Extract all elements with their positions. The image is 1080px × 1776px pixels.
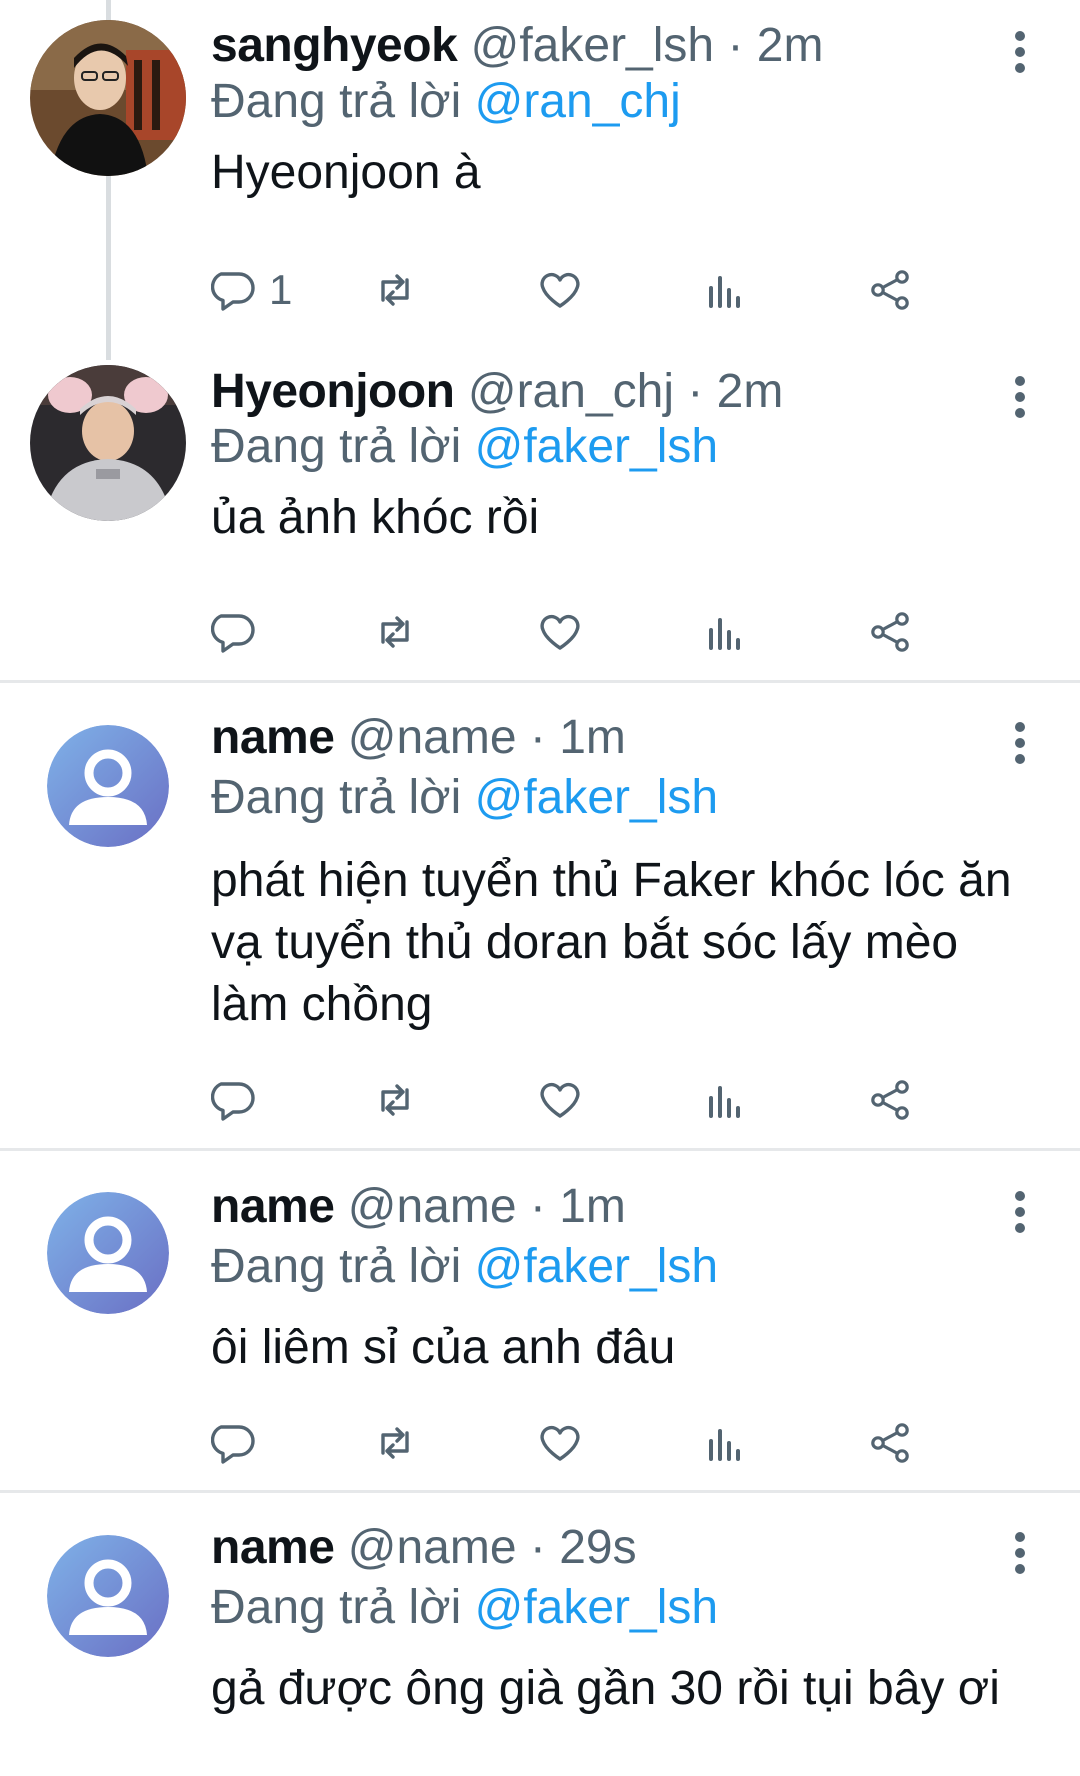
default-avatar-icon: [47, 725, 169, 847]
author-name[interactable]: sanghyeok: [211, 19, 458, 72]
replying-to: Đang trả lời @faker_lsh: [211, 417, 718, 477]
avatar[interactable]: [30, 20, 186, 176]
reply-count: 1: [269, 266, 293, 313]
analytics-icon: [709, 1429, 740, 1461]
timestamp[interactable]: · 2m: [687, 365, 783, 418]
tweet-text: phát hiện tuyển thủ Faker khóc lóc ăn vạ…: [211, 854, 1012, 1031]
author-handle[interactable]: @name: [348, 711, 517, 764]
author-name[interactable]: name: [211, 1521, 335, 1574]
author-handle[interactable]: @faker_lsh: [471, 19, 715, 72]
retweet-button[interactable]: [371, 602, 419, 662]
analytics-button[interactable]: [701, 260, 749, 320]
replying-to-label: Đang trả lời: [211, 420, 462, 473]
replying-to-label: Đang trả lời: [211, 771, 462, 824]
tweet-text: ôi liêm sỉ của anh đâu: [211, 1321, 676, 1374]
tweet-text: ủa ảnh khóc rồi: [211, 491, 540, 544]
reply-button[interactable]: 1: [211, 260, 292, 320]
more-icon[interactable]: [1000, 1182, 1040, 1242]
timestamp[interactable]: · 1m: [530, 711, 626, 764]
like-button[interactable]: [536, 1413, 584, 1473]
like-icon: [540, 1082, 580, 1118]
reply-button[interactable]: [211, 1413, 259, 1473]
replying-to: Đang trả lời @ran_chj: [211, 72, 681, 132]
author-handle[interactable]: @name: [348, 1180, 517, 1233]
retweet-button[interactable]: [371, 1413, 419, 1473]
replying-to: Đang trả lời @faker_lsh: [211, 768, 718, 828]
tweet-text: gả được ông già gần 30 rồi tụi bây ơi: [211, 1662, 1000, 1715]
analytics-button[interactable]: [701, 1413, 749, 1473]
share-button[interactable]: [866, 1413, 914, 1473]
mention-link[interactable]: @ran_chj: [475, 75, 681, 128]
author-handle[interactable]: @name: [348, 1521, 517, 1574]
divider: [0, 1490, 1080, 1493]
avatar[interactable]: [47, 725, 169, 847]
mention-link[interactable]: @faker_lsh: [475, 1240, 719, 1293]
share-icon: [871, 1423, 909, 1463]
analytics-button[interactable]: [701, 602, 749, 662]
reply-icon: [211, 614, 255, 653]
like-icon: [540, 272, 580, 308]
replying-to: Đang trả lời @faker_lsh: [211, 1578, 718, 1638]
replying-to: Đang trả lời @faker_lsh: [211, 1237, 718, 1297]
divider: [0, 1148, 1080, 1151]
reply-button[interactable]: [211, 602, 259, 662]
action-bar: [211, 602, 1011, 662]
more-icon[interactable]: [1000, 22, 1040, 82]
replying-to-label: Đang trả lời: [211, 1581, 462, 1634]
like-button[interactable]: [536, 602, 584, 662]
share-button[interactable]: [866, 260, 914, 320]
divider: [0, 680, 1080, 683]
retweet-button[interactable]: [371, 1070, 419, 1130]
retweet-icon: [381, 274, 409, 306]
avatar[interactable]: [47, 1192, 169, 1314]
action-bar: 1: [211, 260, 1011, 320]
author-name[interactable]: Hyeonjoon: [211, 365, 455, 418]
reply-icon: [211, 1425, 255, 1464]
like-button[interactable]: [536, 1070, 584, 1130]
default-avatar-icon: [47, 1535, 169, 1657]
share-icon: [871, 612, 909, 652]
author-name[interactable]: name: [211, 1180, 335, 1233]
retweet-button[interactable]: [371, 260, 419, 320]
like-button[interactable]: [536, 260, 584, 320]
reply-button[interactable]: [211, 1070, 259, 1130]
reply-icon: [211, 272, 255, 311]
share-button[interactable]: [866, 1070, 914, 1130]
avatar[interactable]: [47, 1535, 169, 1657]
replying-to-label: Đang trả lời: [211, 75, 462, 128]
analytics-icon: [709, 1086, 740, 1118]
like-icon: [540, 614, 580, 650]
analytics-button[interactable]: [701, 1070, 749, 1130]
replying-to-label: Đang trả lời: [211, 1240, 462, 1293]
more-icon[interactable]: [1000, 713, 1040, 773]
more-icon[interactable]: [1000, 367, 1040, 427]
action-bar: [211, 1070, 1011, 1130]
author-name[interactable]: name: [211, 711, 335, 764]
mention-link[interactable]: @faker_lsh: [475, 771, 719, 824]
like-icon: [540, 1425, 580, 1461]
mention-link[interactable]: @faker_lsh: [475, 1581, 719, 1634]
reply-icon: [211, 1082, 255, 1121]
analytics-icon: [709, 276, 740, 308]
share-icon: [871, 270, 909, 310]
timestamp[interactable]: · 29s: [530, 1521, 637, 1574]
avatar[interactable]: [30, 365, 186, 521]
share-icon: [871, 1080, 909, 1120]
mention-link[interactable]: @faker_lsh: [475, 420, 719, 473]
retweet-icon: [381, 1084, 409, 1116]
tweet-text: Hyeonjoon à: [211, 146, 481, 199]
author-handle[interactable]: @ran_chj: [468, 365, 674, 418]
timestamp[interactable]: · 1m: [530, 1180, 626, 1233]
timestamp[interactable]: · 2m: [727, 19, 823, 72]
share-button[interactable]: [866, 602, 914, 662]
default-avatar-icon: [47, 1192, 169, 1314]
action-bar: [211, 1413, 1011, 1473]
retweet-icon: [381, 616, 409, 648]
more-icon[interactable]: [1000, 1523, 1040, 1583]
analytics-icon: [709, 618, 740, 650]
retweet-icon: [381, 1427, 409, 1459]
